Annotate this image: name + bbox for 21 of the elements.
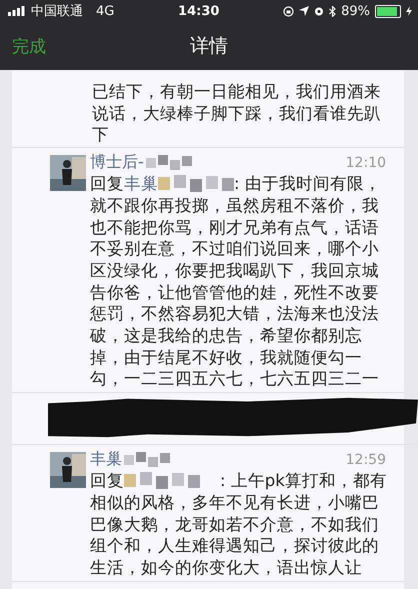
- page-title: 详情: [190, 34, 228, 59]
- signal-icon: [8, 6, 26, 16]
- battery-percent: 89%: [341, 4, 370, 18]
- alarm-icon: [314, 6, 324, 16]
- author-name: 丰巢: [90, 449, 122, 470]
- rotation-lock-icon: [283, 6, 294, 16]
- charging-icon: [406, 6, 412, 16]
- location-icon: [299, 6, 310, 16]
- carrier-name: 中国联通: [31, 3, 83, 20]
- comment-text: 回复丰巢 : 由于我时间有限，就不跟你再投掷，虽然房租不落价，我也不能把你骂，刚才兄弟有点气，话语不妥别在意，不过咱们说回来，哪个小区没绿化，你要把我喝趴下，我回京城告你爸，让他管管他的娃，死性不改要惩罚，不然容易犯大错，法海来也没法破，这是我给的忠告，希望你都别忘掉，由于结尾不好收，我就随便勾一勾，一二三四五六七，七六五四三二一: [90, 173, 382, 390]
- comment-time: 12:59: [346, 452, 386, 468]
- comment-text: 回复 : 上午pk算打和，都有相似的风格，多年不见有长进，小嘴巴巴像大鹅，龙哥如若不介意，不如我们组个和，人生难得遇知己，探讨彼此的生活，如今的你变化大，语出惊人让: [90, 470, 388, 579]
- comment-text: 已结下，有朝一日能相见，我们用酒来说话，大绿棒子脚下踩，我们看谁先趴下: [92, 81, 382, 146]
- reply-target[interactable]: 丰巢: [124, 174, 158, 194]
- comment-time: 12:10: [346, 154, 386, 171]
- network-type: 4G: [96, 4, 114, 18]
- clock-time: 14:30: [178, 4, 220, 18]
- author-name: 博士后-: [90, 152, 144, 174]
- battery-icon: [375, 4, 401, 18]
- done-button[interactable]: 完成: [0, 34, 46, 58]
- bluetooth-icon: [329, 6, 336, 16]
